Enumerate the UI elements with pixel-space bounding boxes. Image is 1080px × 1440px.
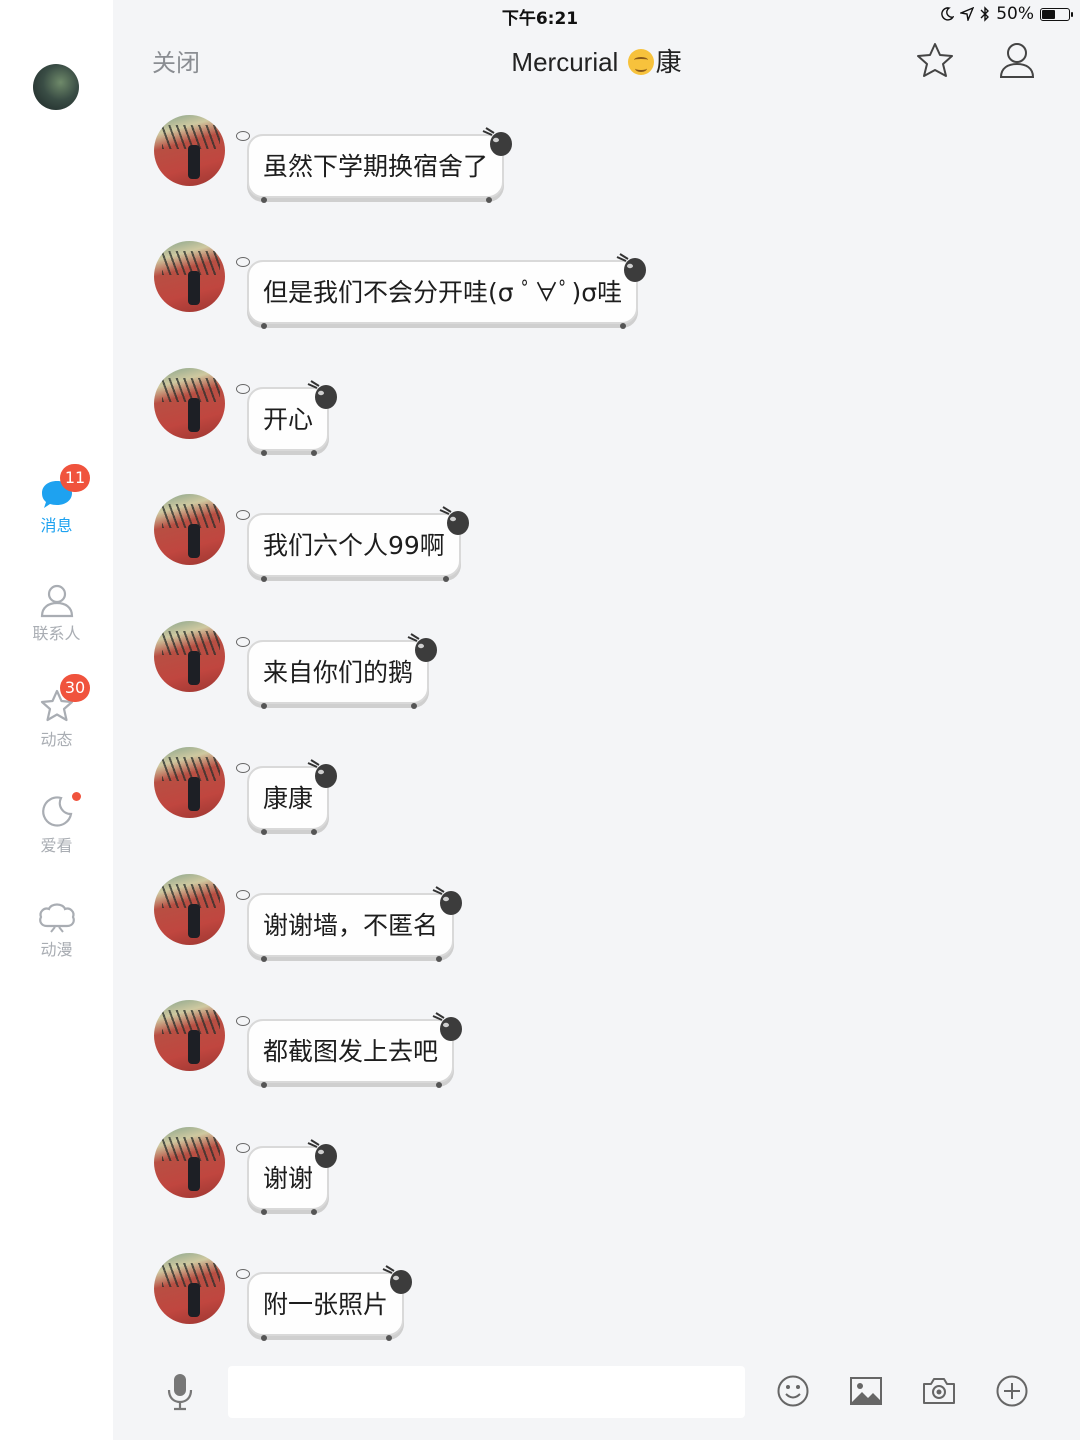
sidebar-item-contacts[interactable]: 联系人 bbox=[0, 582, 113, 644]
bubble-tail bbox=[236, 637, 250, 647]
bubble-tail bbox=[236, 257, 250, 267]
bubble-foot bbox=[311, 450, 317, 456]
upside-down-face-icon bbox=[627, 49, 654, 75]
emoji-icon[interactable] bbox=[776, 1374, 810, 1408]
bubble-tail bbox=[236, 1016, 250, 1026]
sheep-sticker-icon bbox=[307, 380, 337, 409]
bubble-foot bbox=[261, 1209, 267, 1215]
message-bubble[interactable]: 我们六个人99啊 bbox=[247, 513, 461, 577]
sidebar-item-label: 爱看 bbox=[40, 836, 73, 855]
message-bubble[interactable]: 但是我们不会分开哇(σ ﾟ∀ﾟ)σ哇 bbox=[247, 260, 639, 324]
image-icon[interactable] bbox=[849, 1374, 883, 1408]
bubble-foot bbox=[486, 197, 492, 203]
sidebar-item-label: 联系人 bbox=[32, 624, 81, 643]
bubble-foot bbox=[311, 1209, 317, 1215]
sheep-sticker-icon bbox=[307, 759, 337, 788]
moon-status-icon bbox=[941, 7, 955, 21]
sidebar-item-messages[interactable]: 11 消息 bbox=[0, 464, 113, 536]
profile-icon[interactable] bbox=[997, 40, 1037, 80]
battery-icon bbox=[1040, 7, 1073, 21]
sheep-sticker-icon bbox=[439, 506, 469, 535]
sender-avatar[interactable] bbox=[154, 494, 225, 565]
bubble-foot bbox=[436, 1082, 442, 1088]
message-bubble[interactable]: 谢谢墙，不匿名 bbox=[247, 893, 455, 957]
input-bar bbox=[113, 1362, 1080, 1440]
sidebar-item-anime[interactable]: 动漫 bbox=[0, 898, 113, 960]
bubble-foot bbox=[261, 1335, 267, 1341]
message-bubble[interactable]: 来自你们的鹅 bbox=[247, 640, 430, 704]
battery-fill bbox=[1042, 9, 1055, 19]
sender-avatar[interactable] bbox=[154, 1000, 225, 1071]
messages-badge: 11 bbox=[60, 464, 90, 492]
bubble-tail bbox=[236, 763, 250, 773]
status-time: 下午6:21 bbox=[501, 9, 579, 29]
message-bubble[interactable]: 都截图发上去吧 bbox=[247, 1019, 455, 1083]
message-input[interactable] bbox=[228, 1366, 745, 1418]
watch-dot bbox=[72, 792, 81, 801]
bubble-foot bbox=[261, 703, 267, 709]
sheep-sticker-icon bbox=[432, 886, 462, 915]
feed-badge: 30 bbox=[60, 674, 90, 702]
chat-title-suffix: 康 bbox=[655, 47, 682, 77]
battery-percent: 50% bbox=[996, 4, 1034, 24]
bubble-tail bbox=[236, 510, 250, 520]
camera-icon[interactable] bbox=[922, 1374, 956, 1408]
sheep-sticker-icon bbox=[616, 253, 646, 282]
sidebar-item-feed[interactable]: 30 动态 bbox=[0, 674, 113, 750]
bluetooth-icon bbox=[980, 6, 990, 22]
status-bar: iPad 下午6:21 50% bbox=[0, 0, 1080, 30]
cloud-face-icon bbox=[38, 903, 75, 933]
bubble-foot bbox=[261, 576, 267, 582]
sheep-sticker-icon bbox=[382, 1265, 412, 1294]
favorite-star-icon[interactable] bbox=[915, 40, 955, 80]
bubble-foot bbox=[620, 323, 626, 329]
sidebar-item-watch[interactable]: 爱看 bbox=[0, 792, 113, 856]
sender-avatar[interactable] bbox=[154, 368, 225, 439]
sheep-sticker-icon bbox=[407, 633, 437, 662]
bubble-foot bbox=[443, 576, 449, 582]
bubble-foot bbox=[261, 1082, 267, 1088]
sheep-sticker-icon bbox=[482, 127, 512, 156]
bubble-foot bbox=[261, 197, 267, 203]
sender-avatar[interactable] bbox=[154, 1253, 225, 1324]
plus-icon[interactable] bbox=[995, 1374, 1029, 1408]
chat-title-prefix: Mercurial bbox=[511, 47, 626, 77]
bubble-tail bbox=[236, 890, 250, 900]
bubble-foot bbox=[411, 703, 417, 709]
sidebar-item-label: 动态 bbox=[40, 730, 73, 749]
sender-avatar[interactable] bbox=[154, 747, 225, 818]
bubble-tail bbox=[236, 131, 250, 141]
moon-icon bbox=[41, 796, 72, 827]
sidebar-item-label: 消息 bbox=[40, 516, 73, 535]
bubble-foot bbox=[261, 450, 267, 456]
sender-avatar[interactable] bbox=[154, 115, 225, 186]
message-bubble[interactable]: 虽然下学期换宿舍了 bbox=[247, 134, 505, 198]
sheep-sticker-icon bbox=[432, 1012, 462, 1041]
chat-header: 关闭 Mercurial 康 bbox=[113, 30, 1080, 90]
sender-avatar[interactable] bbox=[154, 621, 225, 692]
sidebar: 11 消息 联系人 30 动态 爱看 动漫 bbox=[0, 0, 113, 1440]
sender-avatar[interactable] bbox=[154, 1127, 225, 1198]
microphone-icon[interactable] bbox=[165, 1372, 195, 1412]
bubble-tail bbox=[236, 384, 250, 394]
sender-avatar[interactable] bbox=[154, 241, 225, 312]
sidebar-item-label: 动漫 bbox=[40, 940, 73, 959]
bubble-tail bbox=[236, 1269, 250, 1279]
bubble-foot bbox=[436, 956, 442, 962]
bubble-foot bbox=[261, 956, 267, 962]
sender-avatar[interactable] bbox=[154, 874, 225, 945]
sheep-sticker-icon bbox=[307, 1139, 337, 1168]
bubble-foot bbox=[261, 323, 267, 329]
bubble-foot bbox=[386, 1335, 392, 1341]
person-icon bbox=[40, 584, 73, 618]
bubble-foot bbox=[261, 829, 267, 835]
status-right: 50% bbox=[940, 4, 1073, 24]
bubble-tail bbox=[236, 1143, 250, 1153]
bubble-foot bbox=[311, 829, 317, 835]
location-icon bbox=[960, 7, 975, 21]
profile-avatar[interactable] bbox=[33, 64, 79, 110]
